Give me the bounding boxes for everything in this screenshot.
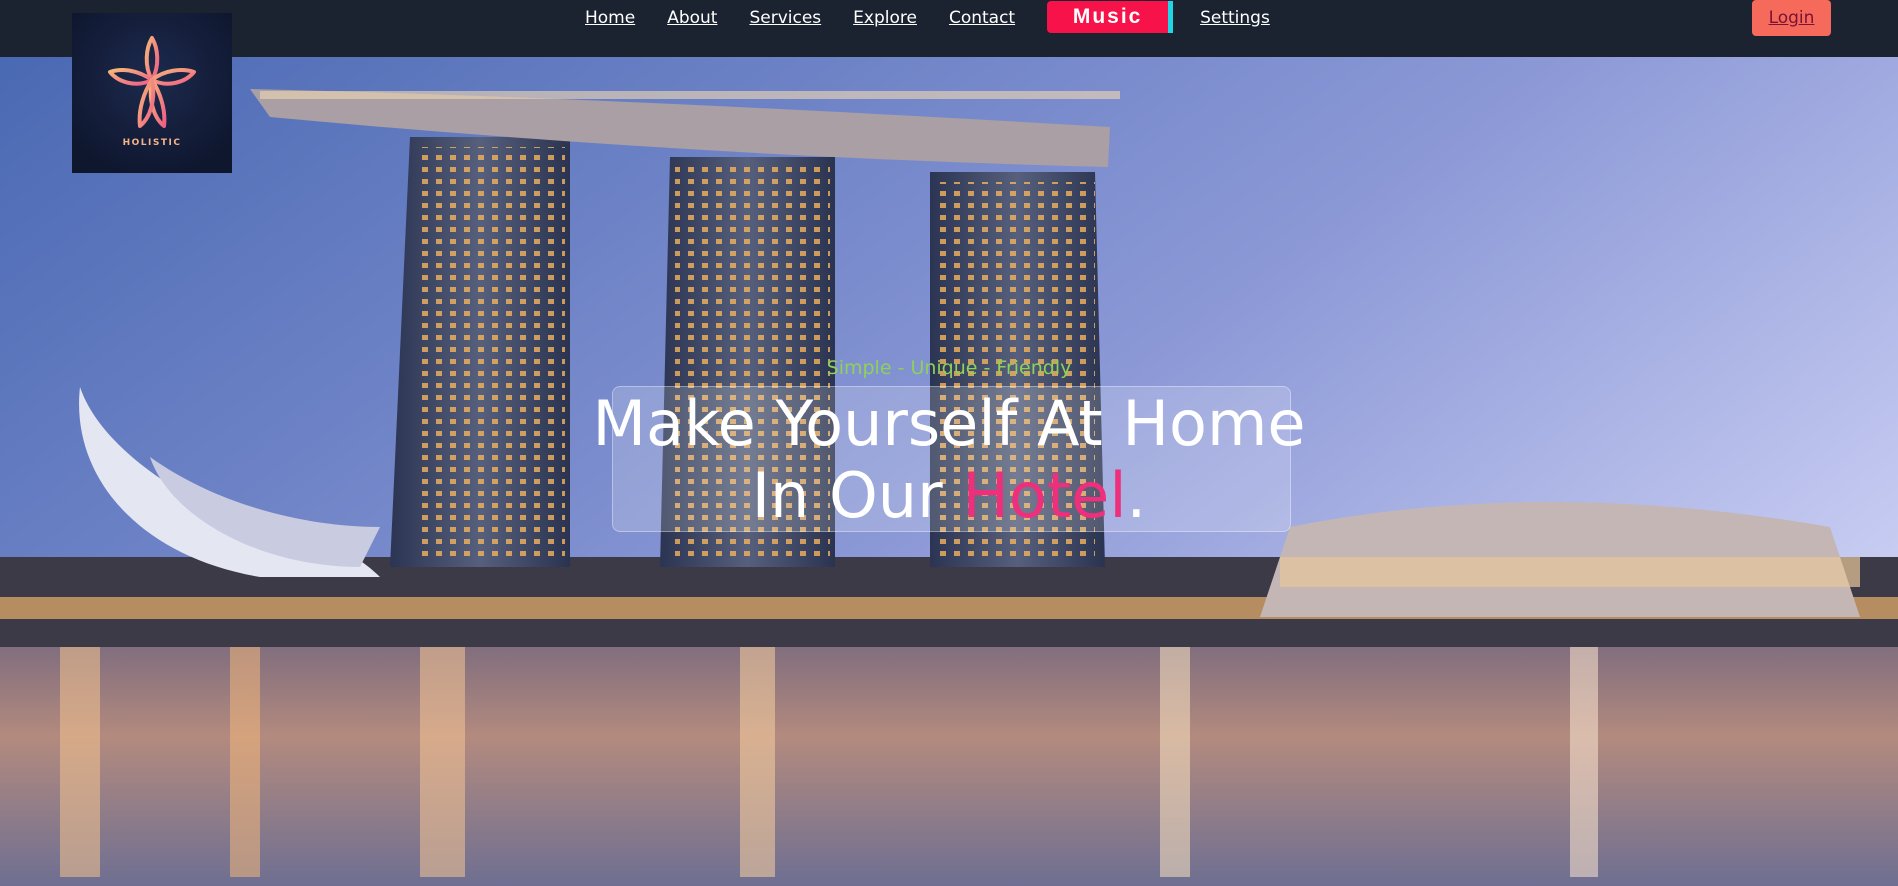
top-navigation-bar: Home About Services Explore Contact Musi… [0,0,1898,57]
nav-link-contact[interactable]: Contact [949,8,1015,28]
nav-link-about[interactable]: About [667,8,717,28]
headline-line-2-prefix: In Our [751,459,963,532]
music-button[interactable]: Music [1047,0,1174,33]
brand-logo[interactable]: HOLISTIC [72,13,232,173]
nav-link-explore[interactable]: Explore [853,8,917,28]
lotus-flower-icon [108,36,196,128]
main-nav: Home About Services Explore Contact Musi… [585,0,1302,35]
hero-section: Simple - Unique - Friendly Make Yourself… [0,57,1898,886]
login-button[interactable]: Login [1752,0,1831,36]
logo-text: HOLISTIC [122,138,182,148]
nav-link-settings[interactable]: Settings [1200,8,1270,28]
nav-link-home[interactable]: Home [585,8,635,28]
headline-accent-word: Hotel [962,459,1127,532]
hero-headline: Make Yourself At Home In Our Hotel. [0,388,1898,532]
headline-line-1: Make Yourself At Home [592,387,1306,460]
hero-tagline: Simple - Unique - Friendly [826,357,1072,379]
headline-line-2: In Our Hotel. [0,460,1898,532]
nav-link-services[interactable]: Services [749,8,821,28]
headline-suffix: . [1126,459,1147,532]
